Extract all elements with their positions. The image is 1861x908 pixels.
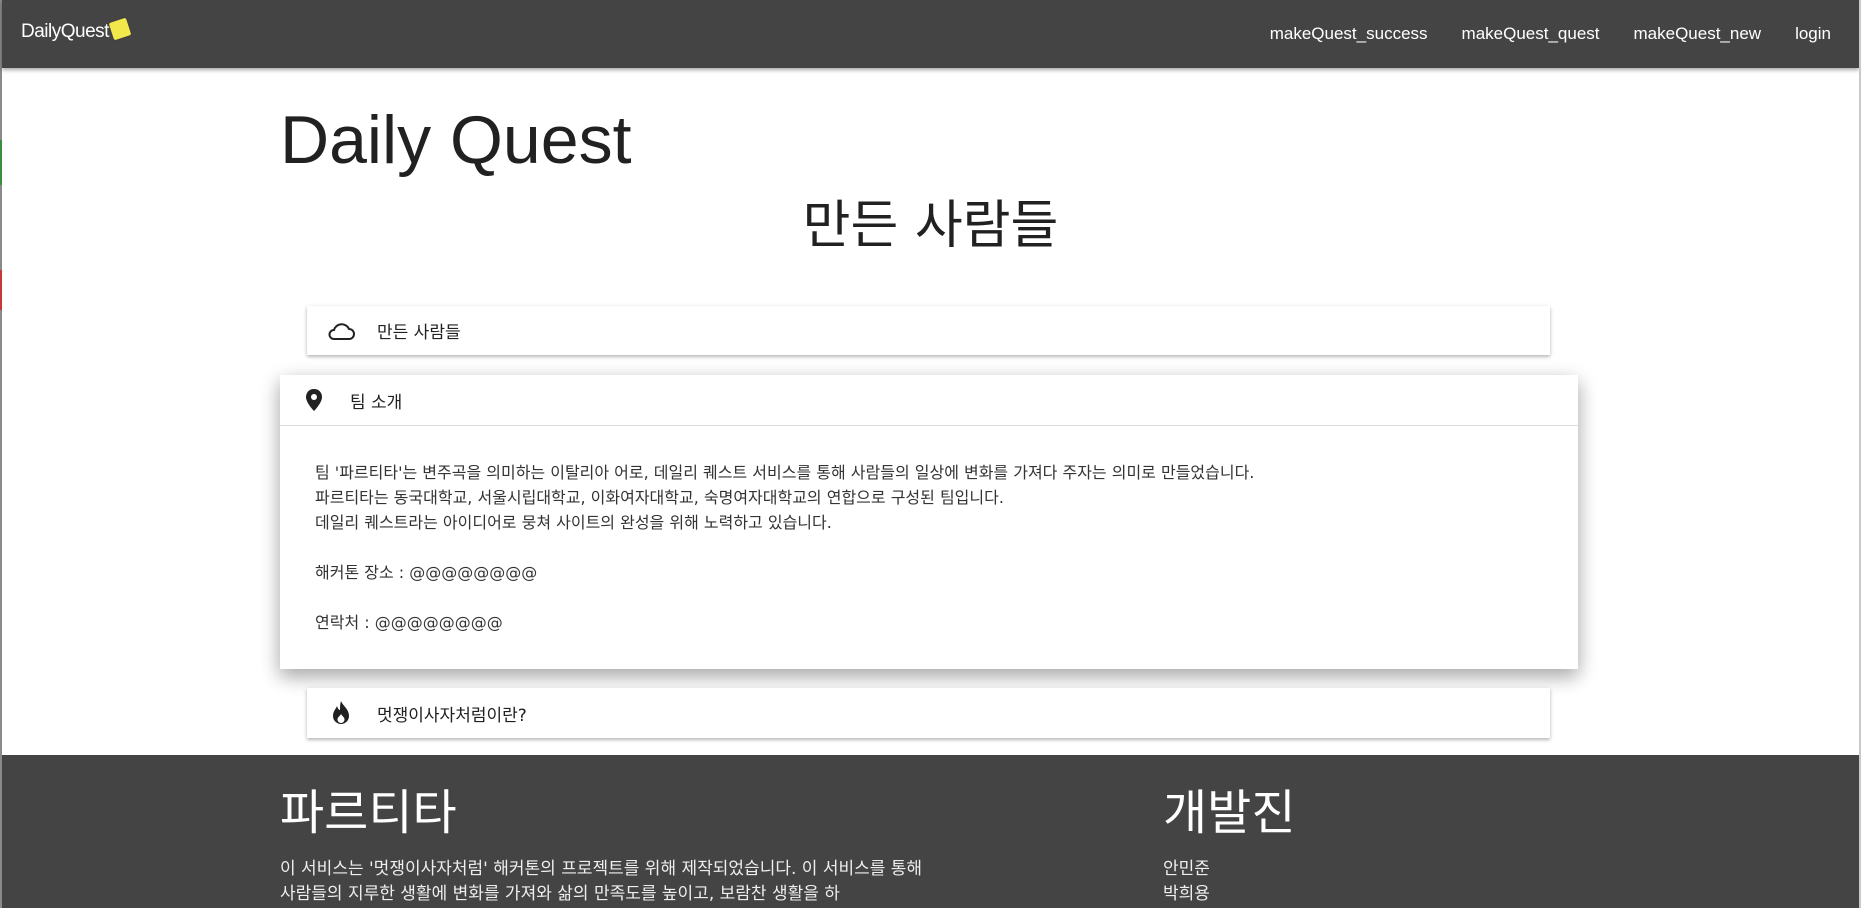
hackathon-location: 해커톤 장소 : @@@@@@@@ [315, 563, 538, 582]
collapsible-item-makers[interactable]: 만든 사람들 [307, 306, 1550, 355]
nav-link-makequest-quest[interactable]: makeQuest_quest [1445, 24, 1617, 44]
team-intro-line-2: 파르티타는 동국대학교, 서울시립대학교, 이화여자대학교, 숙명여자대학교의 … [315, 488, 1004, 507]
nav-link-makequest-new[interactable]: makeQuest_new [1617, 24, 1779, 44]
footer-title: 파르티타 [280, 785, 457, 841]
team-intro-line-3: 데일리 퀘스트라는 아이디어로 뭉쳐 사이트의 완성을 위해 노력하고 있습니다… [315, 513, 832, 532]
collapsible-item-team: 팀 소개 팀 '파르티타'는 변주곡을 의미하는 이탈리아 어로, 데일리 퀘스… [280, 375, 1578, 669]
collapsible-header-team[interactable]: 팀 소개 [280, 375, 1578, 426]
team-intro-line-1: 팀 '파르티타'는 변주곡을 의미하는 이탈리아 어로, 데일리 퀘스트 서비스… [315, 463, 1255, 482]
logo-badge-icon [108, 17, 132, 41]
page-frame: DailyQuest makeQuest_success makeQuest_q… [0, 0, 1861, 908]
collapsible-item-likelion[interactable]: 멋쟁이사자처럼이란? [307, 688, 1550, 738]
developer-item: 안민준 [1163, 859, 1210, 879]
site-title: Daily Quest [280, 102, 632, 178]
footer-description: 이 서비스는 '멋쟁이사자처럼' 해커톤의 프로젝트를 위해 제작되었습니다. … [280, 859, 923, 904]
cloud-icon [327, 317, 355, 345]
logo-text: DailyQuest [21, 21, 109, 42]
nav-links: makeQuest_success makeQuest_quest makeQu… [1253, 0, 1848, 68]
nav-link-makequest-success[interactable]: makeQuest_success [1253, 24, 1445, 44]
page-footer: 파르티타 이 서비스는 '멋쟁이사자처럼' 해커톤의 프로젝트를 위해 제작되었… [2, 755, 1859, 908]
developer-item: 박희용 [1163, 884, 1210, 904]
collapsible-body-team: 팀 '파르티타'는 변주곡을 의미하는 이탈리아 어로, 데일리 퀘스트 서비스… [280, 426, 1578, 669]
developers-list: 안민준 박희용 [1163, 857, 1210, 907]
developers-title: 개발진 [1163, 785, 1296, 841]
edge-marker-green [0, 140, 2, 185]
logo-link[interactable]: DailyQuest [21, 16, 132, 48]
top-navbar: DailyQuest makeQuest_success makeQuest_q… [2, 0, 1859, 68]
collapsible-label-makers: 만든 사람들 [377, 323, 461, 343]
collapsible-label-likelion: 멋쟁이사자처럼이란? [377, 705, 527, 726]
flame-icon [327, 699, 355, 727]
collapsible-label-team: 팀 소개 [350, 392, 403, 413]
team-contact: 연락처 : @@@@@@@@ [315, 613, 503, 632]
location-pin-icon [300, 386, 328, 414]
section-heading: 만든 사람들 [802, 196, 1059, 256]
edge-marker-red [0, 270, 2, 310]
nav-link-login[interactable]: login [1778, 24, 1848, 44]
